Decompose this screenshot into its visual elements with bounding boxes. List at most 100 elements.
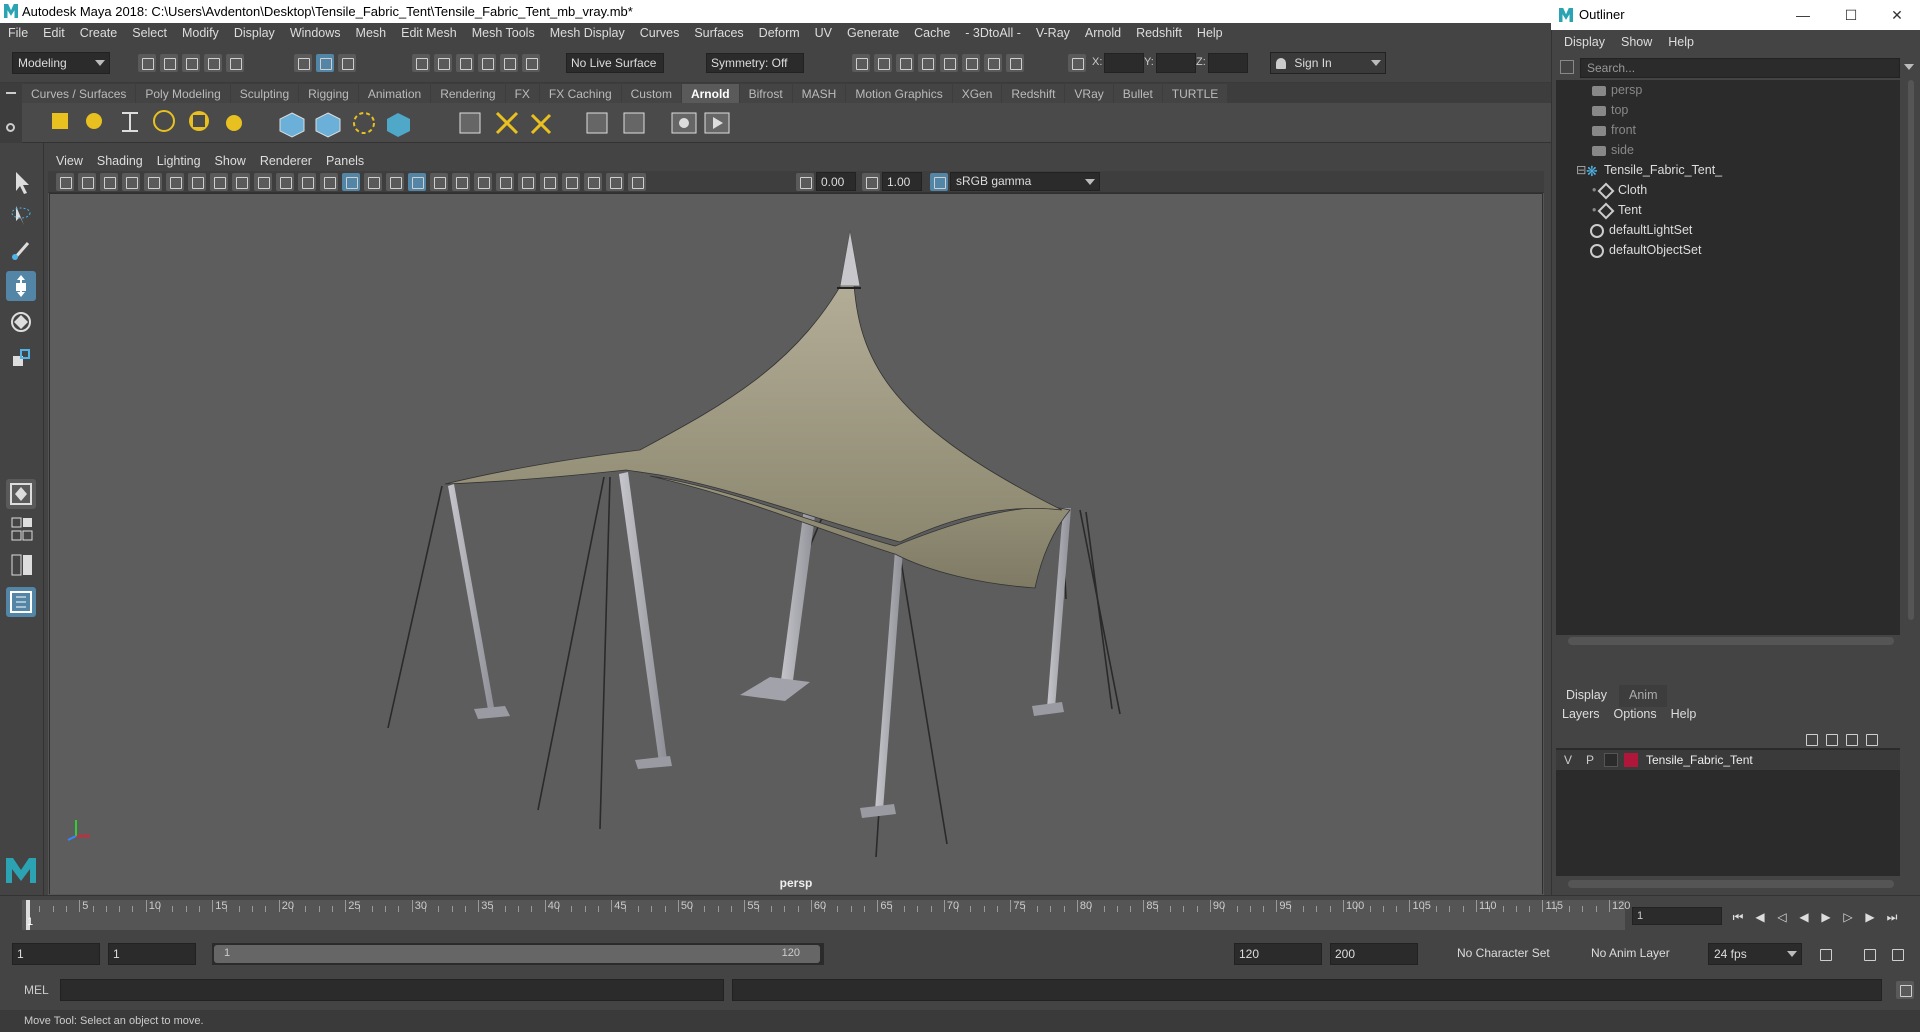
motion-blur-icon[interactable]	[496, 173, 514, 191]
viewport-menu-renderer[interactable]: Renderer	[260, 154, 312, 168]
menu-display[interactable]: Display	[234, 26, 275, 40]
select-object-icon[interactable]	[316, 54, 334, 72]
menu-generate[interactable]: Generate	[847, 26, 899, 40]
bookmarks-icon[interactable]	[100, 173, 118, 191]
layer-hscrollbar[interactable]	[1568, 880, 1894, 888]
outliner-menu-display[interactable]: Display	[1564, 35, 1605, 49]
animation-start-field[interactable]: 1	[12, 943, 100, 965]
shelf-tab-bullet[interactable]: Bullet	[1113, 84, 1162, 103]
mesh-light-icon[interactable]	[86, 113, 102, 129]
go-to-start-icon[interactable]: ⏮	[1730, 910, 1746, 924]
outliner-menu-show[interactable]: Show	[1621, 35, 1652, 49]
hypershade-icon[interactable]	[940, 54, 958, 72]
lasso-tool[interactable]	[6, 201, 36, 231]
menu-create[interactable]: Create	[80, 26, 118, 40]
shelf-tab-rendering[interactable]: Rendering	[431, 84, 505, 103]
time-slider-track[interactable]: 5 10 15 20 25 30 35 40 45 50 55 60 65 70 75 80 85 90 95 100…	[22, 900, 1630, 930]
outliner-item-top[interactable]: top	[1592, 100, 1628, 120]
fps-dropdown[interactable]: 24 fps	[1708, 943, 1802, 965]
exposure-field[interactable]: 0.00	[816, 172, 856, 191]
shelf-tab-fx-caching[interactable]: FX Caching	[539, 84, 621, 103]
auto-key-icon[interactable]	[1860, 945, 1878, 963]
loop-icon[interactable]	[1816, 945, 1834, 963]
grid-icon[interactable]	[188, 173, 206, 191]
new-layer-icon[interactable]	[1842, 730, 1858, 746]
menu-edit[interactable]: Edit	[43, 26, 65, 40]
ambient-occlusion-icon[interactable]	[474, 173, 492, 191]
range-slider-handle[interactable]: 1 120	[214, 945, 820, 963]
move-layer-down-icon[interactable]	[1822, 730, 1838, 746]
viewport-menu-panels[interactable]: Panels	[326, 154, 364, 168]
range-slider-track[interactable]: 1 120	[212, 943, 824, 965]
animation-preferences-icon[interactable]	[1888, 945, 1906, 963]
outliner-hscrollbar[interactable]	[1568, 637, 1894, 645]
skydome-light-icon[interactable]	[153, 110, 175, 132]
gamma-icon[interactable]	[862, 173, 880, 191]
step-forward-frame-icon[interactable]: ▷	[1840, 910, 1856, 924]
wireframe-on-shaded-icon[interactable]	[408, 173, 426, 191]
shelf-tab-vray[interactable]: VRay	[1065, 84, 1113, 103]
outliner-item-tensile-group[interactable]: ⊟❋ Tensile_Fabric_Tent_	[1576, 160, 1722, 180]
shelf-tab-arnold[interactable]: Arnold	[681, 84, 739, 103]
flush-textures-icon[interactable]	[530, 113, 552, 135]
layout-outliner-persp-icon[interactable]	[6, 587, 36, 617]
menu-deform[interactable]: Deform	[759, 26, 800, 40]
z-field[interactable]	[1208, 53, 1248, 73]
menuset-dropdown[interactable]: Modeling	[12, 52, 110, 74]
outliner-item-default-light-set[interactable]: defaultLightSet	[1590, 220, 1692, 240]
layout-side-by-side-icon[interactable]	[6, 551, 36, 581]
menu-uv[interactable]: UV	[815, 26, 832, 40]
viewport-menu-lighting[interactable]: Lighting	[157, 154, 201, 168]
render-view-icon[interactable]	[459, 112, 481, 134]
shelf-tab-animation[interactable]: Animation	[358, 84, 431, 103]
curve-collector-icon[interactable]	[387, 113, 410, 137]
shelf-tab-motion-graphics[interactable]: Motion Graphics	[846, 84, 952, 103]
physical-sky-icon[interactable]	[226, 115, 242, 131]
flush-cache-icon[interactable]	[495, 111, 519, 135]
layer-row[interactable]: V P Tensile_Fabric_Tent	[1556, 750, 1900, 770]
play-forward-icon[interactable]: ▶	[1818, 910, 1834, 924]
export-standin-icon[interactable]	[315, 112, 341, 138]
menu-mesh-tools[interactable]: Mesh Tools	[472, 26, 535, 40]
backface-culling-icon[interactable]	[628, 173, 646, 191]
play-backward-icon[interactable]: ◀	[1796, 910, 1812, 924]
rotate-tool[interactable]	[6, 307, 36, 337]
paint-select-tool[interactable]	[6, 235, 36, 265]
field-chart-icon[interactable]	[276, 173, 294, 191]
step-back-key-icon[interactable]: ◀	[1752, 910, 1768, 924]
select-tool[interactable]	[6, 167, 36, 197]
grease-pencil-icon[interactable]	[166, 173, 184, 191]
depth-of-field-icon[interactable]	[540, 173, 558, 191]
layer-tab-display[interactable]: Display	[1556, 685, 1617, 707]
menu-3dtoall[interactable]: - 3DtoAll -	[965, 26, 1021, 40]
close-icon[interactable]: ✕	[1877, 0, 1917, 30]
film-gate-icon[interactable]	[210, 173, 228, 191]
anti-aliasing-icon[interactable]	[518, 173, 536, 191]
snap-grid-icon[interactable]	[412, 54, 430, 72]
viewport-menu-shading[interactable]: Shading	[97, 154, 143, 168]
gamma-field[interactable]: 1.00	[882, 172, 922, 191]
xray-icon[interactable]	[584, 173, 602, 191]
layer-tab-anim[interactable]: Anim	[1619, 685, 1668, 707]
outliner-item-cloth[interactable]: • Cloth	[1592, 180, 1647, 200]
render-frame-icon[interactable]	[874, 54, 892, 72]
undo-icon[interactable]	[204, 54, 222, 72]
shelf-tab-bifrost[interactable]: Bifrost	[739, 84, 792, 103]
anim-layer-dropdown[interactable]: No Anim Layer	[1574, 943, 1692, 965]
shelf-tab-mash[interactable]: MASH	[792, 84, 846, 103]
shelf-tab-redshift[interactable]: Redshift	[1002, 84, 1065, 103]
light-manager-icon[interactable]	[623, 112, 645, 134]
playback-start-field[interactable]: 1	[108, 943, 196, 965]
outliner-menu-help[interactable]: Help	[1668, 35, 1694, 49]
menu-arnold[interactable]: Arnold	[1085, 26, 1121, 40]
use-all-lights-icon[interactable]	[430, 173, 448, 191]
render-setup-icon[interactable]	[962, 54, 980, 72]
menu-windows[interactable]: Windows	[290, 26, 341, 40]
outliner-item-front[interactable]: front	[1592, 120, 1636, 140]
x-field[interactable]	[1104, 53, 1144, 73]
shelf-tab-sculpting[interactable]: Sculpting	[230, 84, 299, 103]
ipr-render-icon[interactable]	[896, 54, 914, 72]
menu-vray[interactable]: V-Ray	[1036, 26, 1070, 40]
select-component-icon[interactable]	[338, 54, 356, 72]
layout-single-pane-icon[interactable]	[6, 479, 36, 509]
